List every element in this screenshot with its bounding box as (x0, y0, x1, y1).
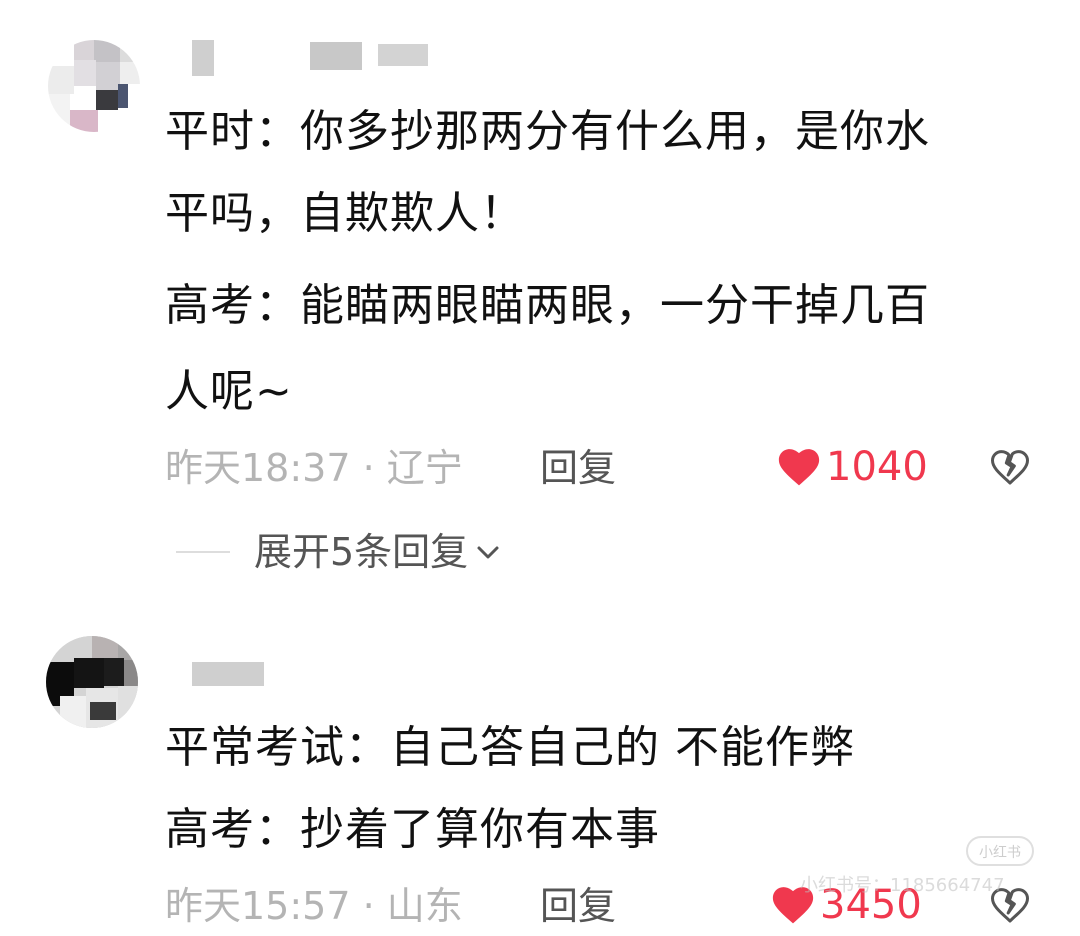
dislike-button[interactable] (990, 448, 1030, 488)
comment-meta: 昨天18:37 · 辽宁 回复 1040 (0, 438, 1080, 498)
comment-text-line: 平吗，自欺欺人！ (165, 188, 525, 239)
comment-time-location: 昨天18:37 · 辽宁 (165, 446, 463, 490)
watermark-id: 小红书号：1185664747 (800, 875, 1005, 896)
comment-time-location: 昨天15:57 · 山东 (165, 884, 463, 928)
comment-text-line: 高考：抄着了算你有本事 (165, 804, 660, 855)
comment-text-line: 平常考试：自己答自己的 不能作弊 (165, 722, 855, 773)
chevron-down-icon (477, 546, 499, 559)
reply-button[interactable]: 回复 (540, 444, 616, 492)
avatar[interactable] (48, 40, 140, 132)
comment-text-line: 平时：你多抄那两分有什么用，是你水 (165, 106, 930, 157)
comment-text-line: 人呢~ (165, 366, 293, 417)
expand-replies-label: 展开5条回复 (254, 530, 469, 574)
divider (176, 551, 230, 553)
like-count: 1040 (826, 444, 928, 490)
like-button[interactable]: 1040 (778, 442, 928, 492)
username[interactable] (192, 662, 264, 692)
expand-replies-button[interactable]: 展开5条回复 (176, 526, 502, 578)
username[interactable] (192, 40, 432, 76)
avatar[interactable] (46, 636, 138, 728)
comment-text-line: 高考：能瞄两眼瞄两眼，一分干掉几百 (165, 280, 930, 331)
broken-heart-icon (991, 450, 1029, 485)
watermark-logo: 小红书 (966, 836, 1034, 866)
reply-button[interactable]: 回复 (540, 882, 616, 930)
comment-item: 平时：你多抄那两分有什么用，是你水 平吗，自欺欺人！ 高考：能瞄两眼瞄两眼，一分… (0, 0, 1080, 600)
heart-icon (778, 449, 820, 486)
